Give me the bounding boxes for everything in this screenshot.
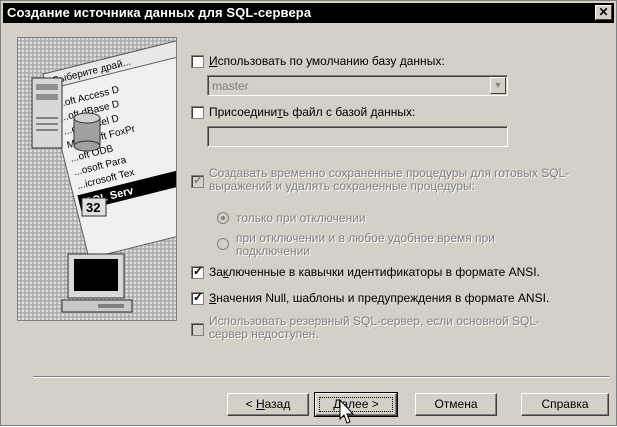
ansi-nulls-checkbox[interactable]: ✓ <box>191 291 204 305</box>
attach-file-input[interactable] <box>207 126 508 147</box>
create-temp-procs-label: Создавать временно сохраненные процедуры… <box>209 166 570 193</box>
svg-text:32: 32 <box>86 200 100 215</box>
failover-server-checkbox[interactable] <box>191 323 204 336</box>
computer-icon <box>61 253 133 313</box>
back-button[interactable]: < Назад <box>227 393 309 416</box>
next-button[interactable]: Далее > <box>314 392 398 417</box>
failover-server-label: Использовать резервный SQL-сервер, если … <box>209 314 541 341</box>
default-db-combobox[interactable]: master ▼ <box>207 75 508 96</box>
sql-datasource-dialog: Создание источника данных для SQL-сервер… <box>0 0 617 426</box>
mouse-cursor-icon <box>339 399 355 424</box>
help-button[interactable]: Справка <box>521 393 609 416</box>
radio-on-disconnect[interactable] <box>217 212 229 224</box>
attach-file-label[interactable]: Присоединить файл с базой данных: <box>209 105 415 119</box>
radio-on-disconnect-any-label: при отключении и в любое удобное время п… <box>236 231 495 258</box>
badge-32-icon: 32 <box>81 197 107 217</box>
ansi-nulls-label[interactable]: Значения Null, шаблоны и предупреждения … <box>209 291 549 305</box>
separator <box>33 376 609 378</box>
radio-on-disconnect-label: только при отключении <box>236 211 366 225</box>
server-icon <box>31 77 63 149</box>
quoted-identifiers-checkbox[interactable]: ✓ <box>191 265 204 279</box>
use-default-db-label[interactable]: Использовать по умолчанию базу данных: <box>209 54 445 68</box>
wizard-illustration-graphic: Выберите драй... ...oft Access D ...oft … <box>18 38 176 320</box>
default-db-value: master <box>212 79 249 93</box>
database-icon <box>73 112 101 152</box>
window-title: Создание источника данных для SQL-сервер… <box>7 5 312 20</box>
attach-file-checkbox[interactable] <box>191 106 204 119</box>
create-temp-procs-checkbox[interactable]: ✓ <box>191 174 204 188</box>
chevron-down-icon[interactable]: ▼ <box>490 77 506 94</box>
radio-on-disconnect-any[interactable] <box>217 238 229 250</box>
close-icon: ✕ <box>598 5 609 19</box>
cancel-button[interactable]: Отмена <box>415 393 497 416</box>
quoted-identifiers-label[interactable]: Заключенные в кавычки идентификаторы в ф… <box>209 265 540 279</box>
use-default-db-checkbox[interactable] <box>191 55 204 68</box>
title-bar[interactable]: Создание источника данных для SQL-сервер… <box>3 3 614 23</box>
wizard-illustration: Выберите драй... ...oft Access D ...oft … <box>17 37 177 321</box>
close-button[interactable]: ✕ <box>595 5 612 20</box>
